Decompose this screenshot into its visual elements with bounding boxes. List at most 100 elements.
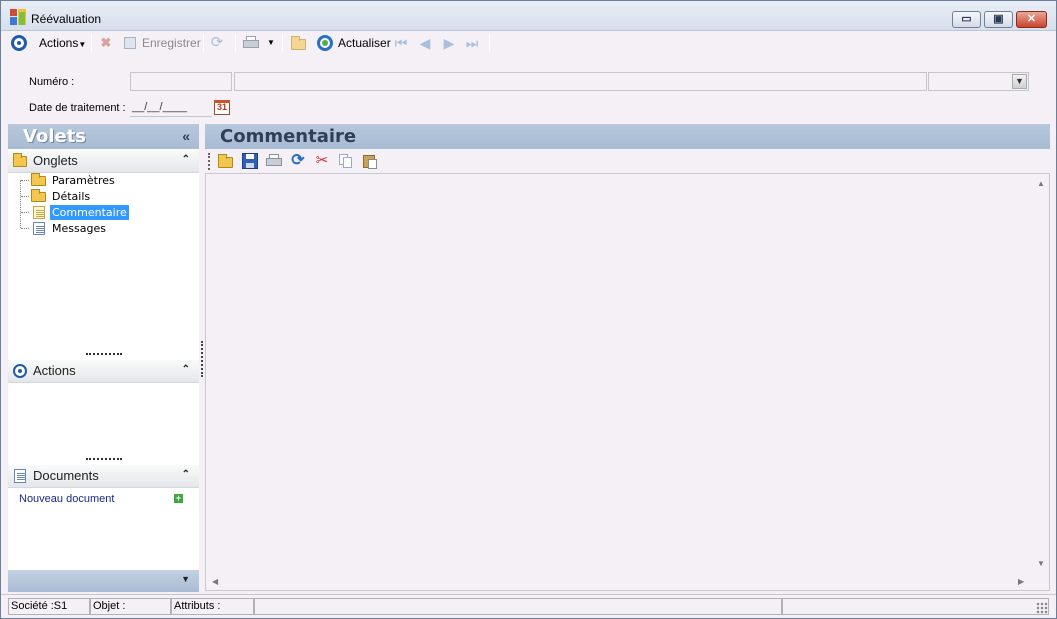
resize-grip[interactable] [86,353,122,355]
paste-icon[interactable] [362,153,378,169]
cut-icon[interactable]: ✂ [314,153,330,169]
title-bar: Réévaluation ▭ ▣ ✕ [1,1,1056,31]
collapse-section-icon[interactable]: ⌃ [182,364,190,375]
toolbar-separator [489,34,490,52]
actions-icon [11,35,27,51]
volets-header: Volets « [8,124,199,149]
note-icon [33,206,45,219]
actions-title: Actions [33,363,76,378]
sync-icon[interactable]: ⟳ [209,35,225,51]
folder-icon [31,189,46,202]
comment-editor[interactable] [205,173,1050,591]
collapse-section-icon[interactable]: ⌃ [182,469,190,480]
document-icon [14,469,26,483]
maximize-button[interactable]: ▣ [984,11,1013,28]
calendar-icon[interactable]: 31 [214,100,230,115]
folder-icon [13,153,27,167]
date-input[interactable]: __/__/____ [130,98,212,117]
actions-menu-button[interactable]: Actions▼ [39,34,86,52]
save-icon[interactable] [242,153,258,169]
date-label: Date de traitement : [29,102,126,114]
actions-menu-label: Actions [39,36,79,50]
tree-item-label: Détails [52,190,91,203]
status-bar: Société :S1 Objet : Attributs : [1,594,1056,618]
refresh-icon[interactable]: ⟳ [290,153,306,169]
status-field-empty [254,598,782,615]
numero-option-select[interactable]: ▼ [928,72,1029,91]
collapse-section-icon[interactable]: ⌃ [182,154,190,165]
minimize-button[interactable]: ▭ [952,11,981,28]
new-document-link[interactable]: Nouveau document [19,493,114,505]
numero-label: Numéro : [29,76,75,88]
tree-connector [21,228,29,229]
status-field-empty [782,598,1049,615]
toolbar-separator [235,34,236,52]
close-icon: ✕ [1026,13,1037,25]
toolbar-separator [203,34,204,52]
next-record-icon[interactable]: ▶ [441,35,457,51]
toolbar: Actions▼ ✖ Enregistrer ⟳ ▼ Actualiser ⏮ … [1,31,1056,55]
toolbar-grip [208,153,210,170]
tree-connector [21,212,29,213]
commentaire-header: Commentaire [205,124,1050,149]
window-resize-grip[interactable] [1036,602,1048,614]
documents-section-header[interactable]: Documents ⌃ [8,465,199,488]
delete-icon[interactable]: ✖ [98,35,114,51]
scroll-left-icon[interactable]: ◀ [212,577,218,586]
last-record-icon[interactable]: ⏭ [464,35,480,51]
onglets-title: Onglets [33,153,78,168]
left-panel: Volets « Onglets ⌃ Paramètres Détails Co… [8,124,199,592]
print-icon[interactable] [266,153,282,169]
documents-title: Documents [33,468,99,483]
first-record-icon[interactable]: ⏮ [393,35,409,51]
chevron-down-icon[interactable]: ▼ [1012,74,1027,89]
previous-record-icon[interactable]: ◀ [417,35,433,51]
close-button[interactable]: ✕ [1016,11,1047,28]
open-folder-icon[interactable] [291,35,307,51]
commentaire-title: Commentaire [220,126,357,147]
tree-item-label: Paramètres [52,174,115,187]
main-window: Réévaluation ▭ ▣ ✕ Actions▼ ✖ Enregistre… [0,0,1057,619]
pane-splitter[interactable] [201,341,203,377]
resize-grip[interactable] [86,458,122,460]
actions-section-header[interactable]: Actions ⌃ [8,360,199,383]
add-document-icon[interactable]: + [174,494,183,503]
collapse-left-pane-icon[interactable]: « [182,128,190,144]
tree-connector [20,180,21,228]
open-folder-icon[interactable] [218,153,234,169]
scroll-up-icon[interactable]: ▲ [1037,179,1045,188]
horizontal-scrollbar[interactable]: ◀ ▶ [206,575,1032,590]
scroll-down-icon[interactable]: ▼ [1037,559,1045,568]
save-button[interactable]: Enregistrer [142,34,201,52]
print-icon[interactable] [243,35,259,51]
vertical-scrollbar[interactable]: ▲ ▼ [1032,174,1049,574]
tree-connector [21,180,29,181]
minimize-icon: ▭ [961,13,972,25]
onglets-section-header[interactable]: Onglets ⌃ [8,150,199,173]
print-dropdown-icon[interactable]: ▼ [267,34,275,52]
editor-toolbar: ⟳ ✂ [205,150,1050,173]
volets-title: Volets [23,126,87,147]
dropdown-arrow-icon: ▼ [78,40,87,49]
numero-input[interactable] [130,72,232,91]
actions-icon [13,364,27,378]
save-icon[interactable] [122,35,138,51]
document-icon [33,222,45,235]
numero-description-input[interactable] [234,72,927,91]
chevron-down-icon[interactable]: ▼ [181,574,190,584]
scroll-right-icon[interactable]: ▶ [1018,577,1024,586]
folder-icon [31,173,46,186]
window-title: Réévaluation [31,12,102,26]
app-icon [10,9,26,25]
refresh-button[interactable]: Actualiser [338,34,391,52]
toolbar-separator [282,34,283,52]
tree-item-label: Messages [52,222,106,235]
tree-item-label: Commentaire [50,205,129,220]
maximize-icon: ▣ [993,13,1004,25]
status-objet: Objet : [90,598,171,615]
left-pane-footer: ▼ [8,570,199,592]
refresh-icon [317,35,333,51]
status-attributs: Attributs : [171,598,254,615]
tree-connector [21,196,29,197]
copy-icon[interactable] [338,153,354,169]
